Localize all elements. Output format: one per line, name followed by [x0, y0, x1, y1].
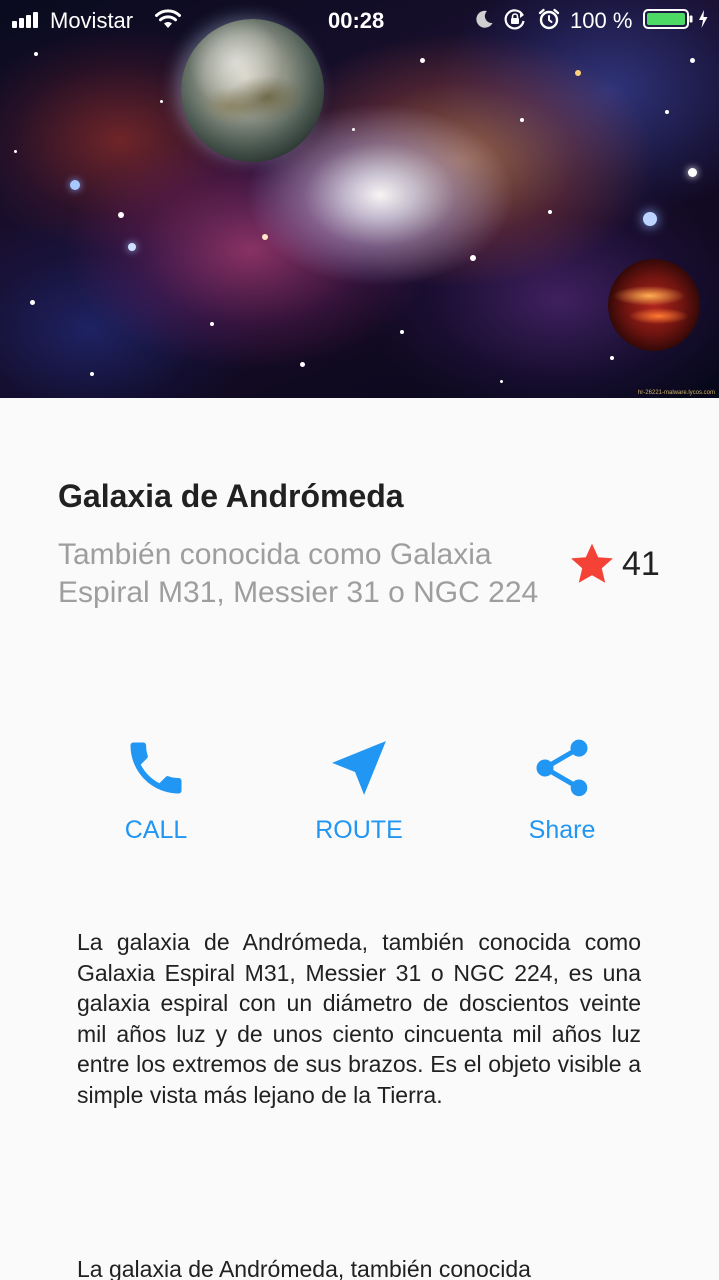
- battery-icon: [643, 9, 693, 29]
- place-subtitle: También conocida como Galaxia Espiral M3…: [58, 538, 539, 609]
- favorite-count: 41: [622, 544, 660, 583]
- moon-icon: [476, 10, 493, 28]
- charging-icon: [699, 10, 708, 28]
- share-label: Share: [528, 816, 596, 844]
- app-screen: hr-26221-malware.lycos.com Movistar 00:2…: [0, 0, 719, 1280]
- star-icon[interactable]: [568, 540, 616, 588]
- navigation-arrow-icon: [332, 741, 386, 795]
- carrier-name: Movistar: [50, 8, 134, 33]
- clock-time: 00:28: [328, 8, 385, 33]
- place-title: Galaxia de Andrómeda: [58, 478, 404, 514]
- earth-planet-illustration: [181, 19, 324, 162]
- route-button[interactable]: ROUTE: [279, 730, 439, 850]
- wifi-icon: [155, 9, 181, 28]
- description-paragraph: La galaxia de Andrómeda, también conocid…: [77, 929, 641, 1108]
- share-button[interactable]: Share: [482, 730, 642, 850]
- battery-percentage: 100 %: [570, 8, 633, 33]
- route-label: ROUTE: [315, 816, 403, 844]
- phone-icon: [130, 742, 182, 794]
- lava-planet-illustration: [608, 259, 700, 351]
- share-icon: [536, 739, 588, 797]
- header-image: hr-26221-malware.lycos.com: [0, 0, 719, 398]
- signal-icon: [12, 12, 44, 28]
- action-buttons: CALL ROUTE Share: [0, 730, 719, 850]
- call-button[interactable]: CALL: [76, 730, 236, 850]
- call-label: CALL: [124, 816, 188, 844]
- description-paragraph: La galaxia de Andrómeda, también conocid…: [77, 1256, 531, 1280]
- image-credit: hr-26221-malware.lycos.com: [637, 390, 715, 396]
- rotation-lock-icon: [504, 9, 525, 30]
- favorite-rating[interactable]: 41: [568, 539, 660, 589]
- status-bar: Movistar 00:28 100 %: [0, 0, 719, 40]
- alarm-icon: [538, 8, 560, 30]
